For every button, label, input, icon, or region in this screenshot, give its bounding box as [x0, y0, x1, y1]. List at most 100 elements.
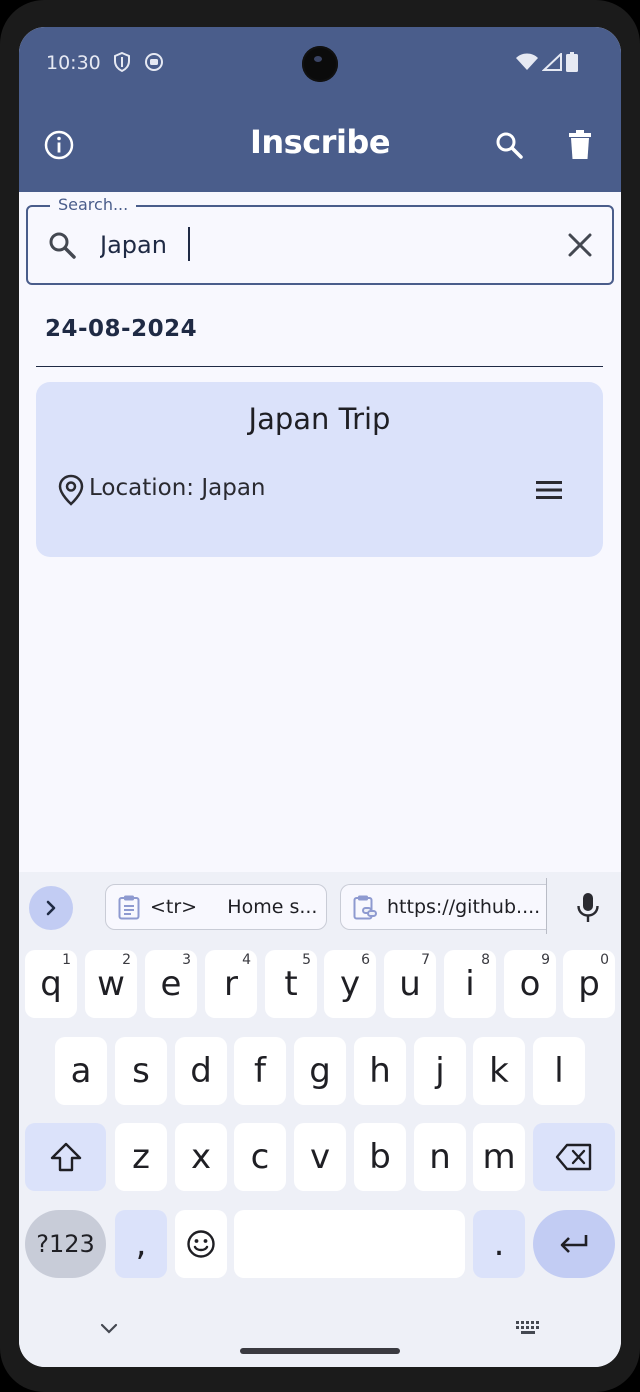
clipboard-icon — [118, 895, 140, 920]
symbols-key[interactable]: ?123 — [25, 1210, 106, 1278]
clipboard-suggestion-1[interactable]: <tr> Home s... — [105, 884, 327, 930]
text-cursor — [188, 227, 190, 261]
trash-icon — [569, 130, 591, 159]
period-key[interactable]: . — [473, 1210, 525, 1278]
wifi-icon — [515, 51, 539, 73]
shift-key[interactable] — [25, 1123, 106, 1191]
key-label: y — [339, 964, 361, 1004]
key-t[interactable]: t5 — [265, 950, 317, 1018]
key-k[interactable]: k — [473, 1037, 525, 1105]
shift-icon — [50, 1142, 81, 1172]
key-a[interactable]: a — [55, 1037, 107, 1105]
app-title: Inscribe — [249, 123, 391, 161]
search-button[interactable] — [489, 125, 529, 165]
toolbar-expand-button[interactable] — [29, 886, 73, 930]
key-hint: 7 — [421, 952, 430, 968]
key-label: u — [399, 964, 421, 1004]
front-camera — [302, 46, 338, 82]
key-u[interactable]: u7 — [384, 950, 436, 1018]
backspace-icon — [555, 1143, 592, 1171]
drag-handle-icon[interactable] — [533, 476, 565, 504]
backspace-key[interactable] — [533, 1123, 615, 1191]
signal-icon — [541, 51, 563, 73]
key-hint: 1 — [62, 952, 71, 968]
emoji-key[interactable] — [175, 1210, 227, 1278]
keyboard-switch-icon[interactable] — [515, 1318, 541, 1338]
key-x[interactable]: x — [175, 1123, 227, 1191]
key-m[interactable]: m — [473, 1123, 525, 1191]
key-q[interactable]: q1 — [25, 950, 77, 1018]
location-pin-icon — [58, 474, 84, 506]
search-field-icon — [49, 232, 76, 259]
clipboard-suggestion-2[interactable]: https://github.... — [340, 884, 546, 930]
clipboard-link-icon — [353, 895, 377, 920]
key-r[interactable]: r4 — [205, 950, 257, 1018]
comma-key[interactable]: , — [115, 1210, 167, 1278]
screen: 10:30 Inscribe Search... Japan 24-08-202… — [19, 27, 621, 1367]
date-heading: 24-08-2024 — [45, 316, 198, 342]
key-j[interactable]: j — [414, 1037, 466, 1105]
key-hint: 8 — [481, 952, 490, 968]
key-v[interactable]: v — [294, 1123, 346, 1191]
note-card[interactable]: Japan Trip Location: Japan — [36, 382, 603, 557]
key-hint: 5 — [302, 952, 311, 968]
key-label: p — [578, 964, 600, 1004]
status-time: 10:30 — [46, 52, 101, 74]
key-hint: 6 — [361, 952, 370, 968]
key-b[interactable]: b — [354, 1123, 406, 1191]
delete-all-button[interactable] — [560, 125, 600, 165]
device-frame: 10:30 Inscribe Search... Japan 24-08-202… — [0, 0, 640, 1392]
search-icon — [496, 132, 523, 159]
battery-icon — [564, 51, 580, 73]
key-e[interactable]: e3 — [145, 950, 197, 1018]
gesture-home-bar[interactable] — [240, 1348, 400, 1354]
clipboard-suggestion-text: <tr> Home s... — [150, 896, 318, 918]
key-label: t — [284, 964, 298, 1004]
key-label: r — [224, 964, 238, 1004]
key-o[interactable]: o9 — [504, 950, 556, 1018]
enter-key[interactable] — [533, 1210, 615, 1278]
key-hint: 0 — [600, 952, 609, 968]
emoji-icon — [187, 1230, 215, 1258]
note-location: Location: Japan — [89, 475, 266, 501]
app-bar: 10:30 Inscribe — [19, 27, 621, 192]
enter-icon — [560, 1235, 588, 1253]
voice-input-button[interactable] — [571, 888, 605, 928]
microphone-icon — [577, 893, 599, 922]
search-input[interactable] — [100, 223, 540, 267]
search-label: Search... — [50, 195, 137, 214]
key-c[interactable]: c — [234, 1123, 286, 1191]
key-label: i — [465, 964, 475, 1004]
key-w[interactable]: w2 — [85, 950, 137, 1018]
hide-keyboard-icon[interactable] — [97, 1318, 121, 1338]
clipboard-suggestion-text: https://github.... — [387, 896, 541, 918]
clear-search-icon[interactable] — [564, 229, 596, 261]
key-l[interactable]: l — [533, 1037, 585, 1105]
key-hint: 3 — [182, 952, 191, 968]
key-f[interactable]: f — [234, 1037, 286, 1105]
notification-app-icon — [143, 51, 165, 73]
note-title: Japan Trip — [248, 402, 391, 436]
key-hint: 9 — [541, 952, 550, 968]
search-field[interactable]: Search... — [26, 195, 614, 285]
key-n[interactable]: n — [414, 1123, 466, 1191]
key-d[interactable]: d — [175, 1037, 227, 1105]
key-label: w — [97, 964, 125, 1004]
key-hint: 2 — [122, 952, 131, 968]
vpn-shield-icon — [111, 51, 133, 73]
key-i[interactable]: i8 — [444, 950, 496, 1018]
key-y[interactable]: y6 — [324, 950, 376, 1018]
key-h[interactable]: h — [354, 1037, 406, 1105]
key-label: q — [40, 964, 62, 1004]
chip-divider — [546, 878, 547, 934]
key-z[interactable]: z — [115, 1123, 167, 1191]
key-s[interactable]: s — [115, 1037, 167, 1105]
divider — [36, 366, 603, 367]
key-hint: 4 — [242, 952, 251, 968]
key-p[interactable]: p0 — [563, 950, 615, 1018]
key-g[interactable]: g — [294, 1037, 346, 1105]
space-bar[interactable] — [234, 1210, 465, 1278]
key-label: o — [519, 964, 541, 1004]
key-label: e — [160, 964, 182, 1004]
chevron-right-icon — [46, 900, 56, 916]
